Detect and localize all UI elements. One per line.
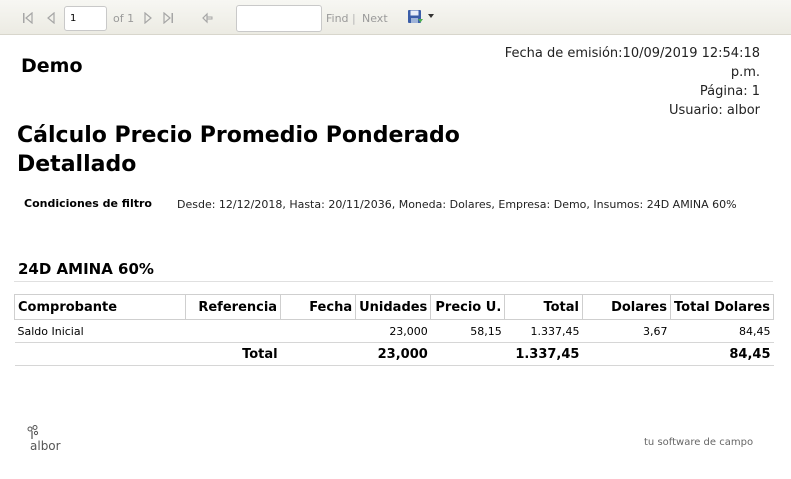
issue-date: Fecha de emisión:10/09/2019 12:54:18 — [504, 46, 760, 61]
find-link[interactable]: Find — [326, 12, 349, 25]
previous-page-icon[interactable] — [46, 12, 56, 24]
footer-brand: albor — [30, 439, 61, 453]
user-label: Usuario: albor — [668, 103, 760, 118]
cell-referencia — [185, 319, 281, 343]
issue-ampm: p.m. — [730, 65, 760, 80]
total-cell-total-dolares: 84,45 — [670, 342, 774, 366]
find-next-link[interactable]: Next — [362, 12, 388, 25]
next-page-icon[interactable] — [143, 12, 153, 24]
col-header-total-dolares: Total Dolares — [669, 294, 775, 320]
back-to-parent-icon[interactable] — [201, 12, 213, 24]
filter-label: Condiciones de filtro — [24, 197, 152, 210]
sprout-logo-icon — [27, 425, 39, 439]
col-header-referencia: Referencia — [185, 294, 282, 320]
cell-dolares: 3,67 — [582, 319, 671, 343]
find-text-input[interactable] — [236, 5, 322, 32]
col-header-fecha: Fecha — [280, 294, 357, 320]
filter-conditions: Desde: 12/12/2018, Hasta: 20/11/2036, Mo… — [177, 198, 737, 211]
col-header-total: Total — [504, 294, 583, 320]
cell-total: 1.337,45 — [504, 319, 583, 343]
toolbar-separator: | — [352, 12, 356, 25]
total-cell-comprobante — [14, 342, 186, 366]
company-name: Demo — [21, 55, 83, 77]
cell-unidades: 23,000 — [355, 319, 431, 343]
page-count-label: of 1 — [113, 12, 135, 25]
albor-logo: albor — [26, 424, 61, 453]
total-cell-unidades: 23,000 — [355, 342, 431, 366]
total-label: Total — [185, 342, 281, 366]
page-label: Página: 1 — [699, 84, 760, 99]
report-title-line1: Cálculo Precio Promedio Ponderado — [17, 123, 460, 148]
cell-precio: 58,15 — [430, 319, 505, 343]
total-cell-dolares — [582, 342, 671, 366]
table-row: Saldo Inicial 23,000 58,15 1.337,45 3,67… — [14, 319, 774, 343]
report-title: Cálculo Precio Promedio Ponderado Detall… — [17, 121, 487, 179]
col-header-comprobante: Comprobante — [13, 294, 187, 320]
last-page-icon[interactable] — [162, 12, 174, 24]
footer-tagline: tu software de campo — [644, 437, 754, 448]
cell-comprobante: Saldo Inicial — [14, 319, 186, 343]
col-header-unidades: Unidades — [355, 294, 432, 320]
report-toolbar: of 1 Find | Next — [0, 0, 791, 35]
cell-total-dolares: 84,45 — [670, 319, 774, 343]
report-meta: Fecha de emisión:10/09/2019 12:54:18 p.m… — [485, 44, 760, 120]
table-header-row: Comprobante Referencia Fecha Unidades Pr… — [13, 294, 775, 320]
total-cell-fecha — [280, 342, 356, 366]
report-title-line2: Detallado — [17, 152, 137, 177]
page-number-input[interactable] — [64, 6, 107, 31]
total-cell-precio — [430, 342, 505, 366]
total-row: Total 23,000 1.337,45 84,45 — [14, 342, 774, 366]
detail-table: Comprobante Referencia Fecha Unidades Pr… — [13, 294, 775, 366]
col-header-precio: Precio U. — [430, 294, 506, 320]
group-title: 24D AMINA 60% — [18, 260, 154, 278]
save-disk-icon[interactable] — [407, 9, 425, 25]
col-header-dolares: Dolares — [581, 294, 671, 320]
cell-fecha — [280, 319, 356, 343]
chevron-down-icon[interactable] — [428, 14, 434, 18]
first-page-icon[interactable] — [22, 12, 34, 24]
total-cell-total: 1.337,45 — [504, 342, 583, 366]
group-divider — [14, 281, 773, 282]
